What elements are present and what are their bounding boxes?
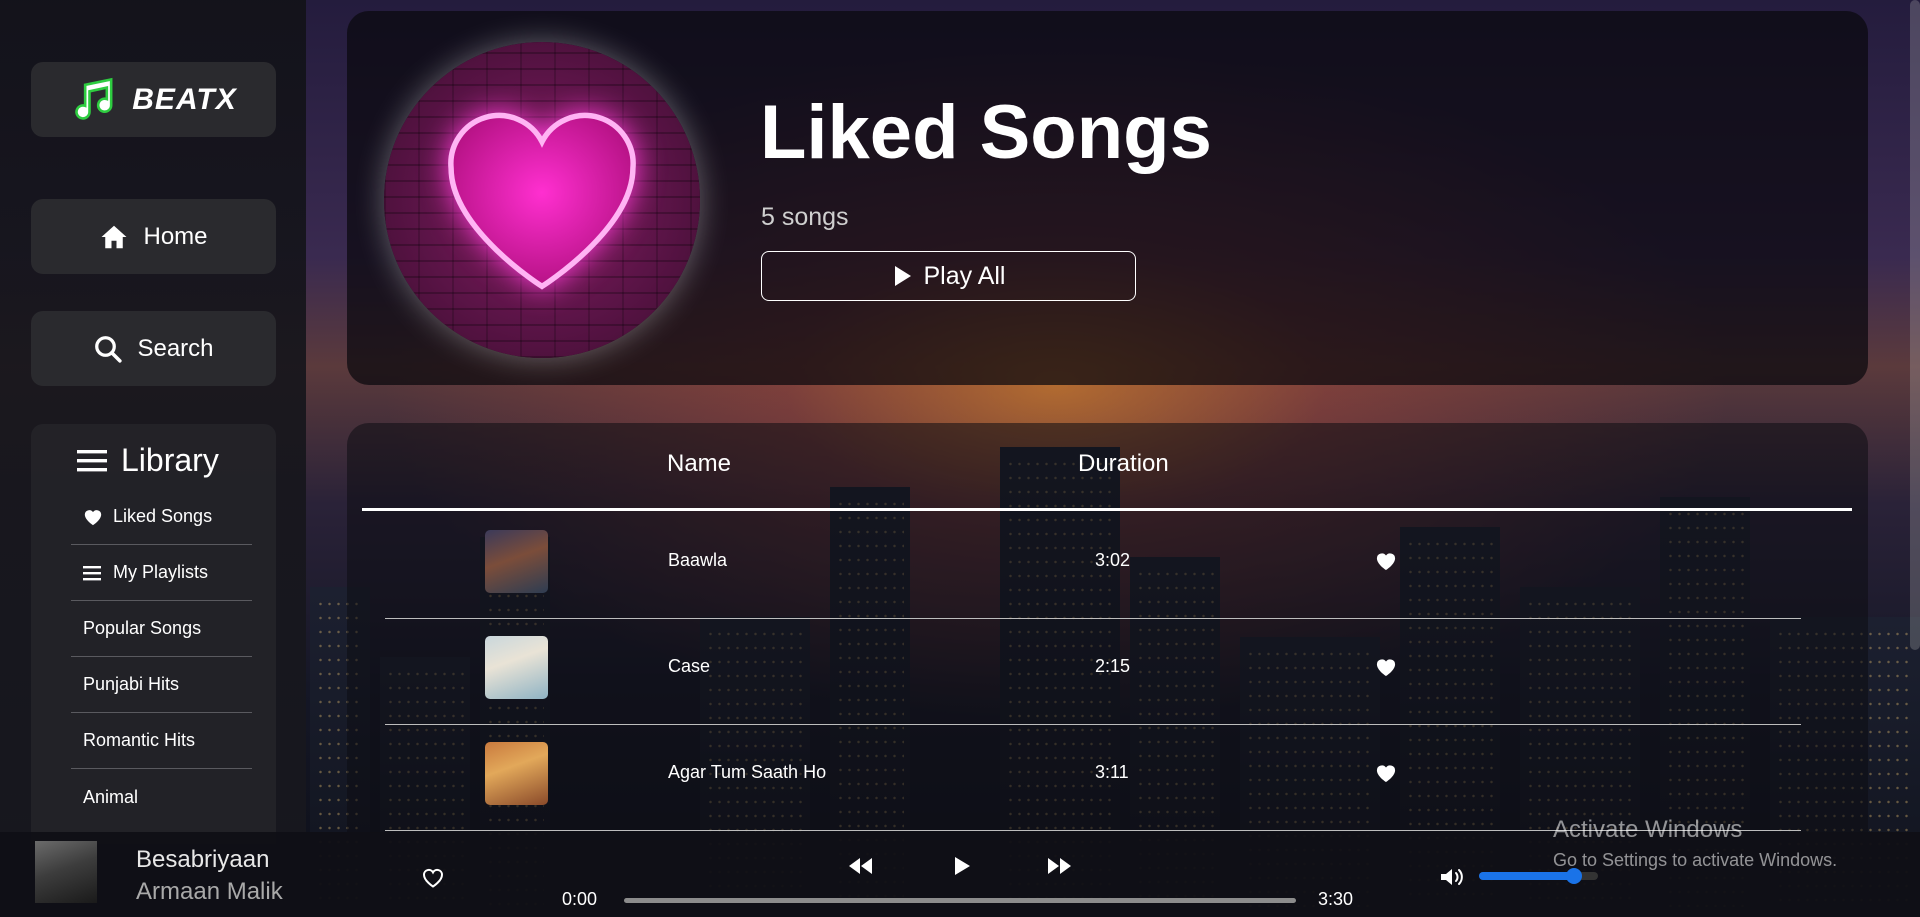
current-time: 0:00	[562, 889, 598, 909]
heart-icon[interactable]	[1375, 551, 1397, 571]
library-item-popular-songs[interactable]: Popular Songs	[71, 601, 252, 657]
heart-icon[interactable]	[1375, 657, 1397, 677]
watermark-title: Activate Windows	[1553, 816, 1743, 843]
volume-icon[interactable]	[1438, 865, 1466, 889]
vertical-scrollbar[interactable]	[1910, 0, 1920, 650]
songs-table: Name Duration Baawla 3:02 Case 2:15 Agar…	[347, 423, 1868, 833]
neon-heart-icon	[448, 112, 636, 290]
play-all-button[interactable]: Play All	[761, 251, 1136, 301]
library-item-label: Liked Songs	[113, 506, 213, 526]
song-name: Case	[668, 656, 711, 676]
page-title: Liked Songs	[760, 90, 1212, 175]
heart-icon	[84, 509, 102, 525]
now-playing-artist: Armaan Malik	[136, 878, 283, 905]
heart-outline-icon[interactable]	[421, 867, 445, 889]
activate-windows-watermark: Activate Windows Go to Settings to activ…	[1553, 816, 1837, 871]
music-note-icon	[75, 77, 113, 120]
library-item-label: Animal	[83, 786, 139, 807]
library-item-liked-songs[interactable]: Liked Songs	[71, 489, 252, 545]
library-item-label: Romantic Hits	[83, 730, 196, 750]
header-divider	[362, 508, 1852, 511]
now-playing-thumbnail	[35, 841, 97, 903]
library-title: Library	[121, 442, 219, 478]
library-item-label: Popular Songs	[83, 618, 202, 638]
brand-name: BEATX	[132, 82, 237, 116]
nav-search-label: Search	[137, 334, 214, 362]
search-icon	[95, 335, 123, 363]
library-item-animal[interactable]: Animal	[71, 769, 252, 825]
now-playing-title: Besabriyaan	[136, 846, 270, 873]
library-item-romantic-hits[interactable]: Romantic Hits	[71, 713, 252, 769]
song-thumbnail	[485, 742, 548, 805]
song-name: Baawla	[668, 550, 728, 570]
table-row[interactable]: Case 2:15	[385, 619, 1801, 725]
list-icon	[83, 565, 101, 580]
play-all-label: Play All	[923, 261, 1006, 290]
brand-logo[interactable]: BEATX	[31, 62, 276, 137]
song-duration: 3:02	[1095, 550, 1131, 570]
nav-home-button[interactable]: Home	[31, 199, 276, 274]
song-count: 5 songs	[761, 203, 849, 231]
rewind-icon[interactable]	[846, 854, 874, 878]
column-header-name: Name	[667, 450, 732, 477]
nav-search-button[interactable]: Search	[31, 311, 276, 386]
library-panel: Library Liked Songs My Playlists Popular…	[31, 424, 276, 844]
sidebar: BEATX Home Search Library Liked Songs My…	[0, 0, 306, 844]
volume-slider-fill	[1479, 872, 1575, 880]
watermark-subtitle: Go to Settings to activate Windows.	[1553, 850, 1838, 870]
playlist-header: Liked Songs 5 songs Play All	[347, 11, 1868, 385]
menu-icon	[77, 449, 107, 471]
play-icon	[894, 266, 911, 286]
library-item-my-playlists[interactable]: My Playlists	[71, 545, 252, 601]
song-duration: 2:15	[1095, 656, 1131, 676]
library-item-label: My Playlists	[113, 562, 209, 582]
play-icon[interactable]	[947, 854, 975, 878]
library-header[interactable]: Library	[31, 424, 276, 479]
column-header-duration: Duration	[1078, 450, 1169, 477]
fast-forward-icon[interactable]	[1046, 854, 1074, 878]
playlist-cover	[384, 42, 700, 358]
seek-bar[interactable]	[624, 898, 1296, 903]
song-duration: 3:11	[1095, 762, 1129, 782]
volume-slider[interactable]	[1479, 868, 1598, 884]
song-thumbnail	[485, 530, 548, 593]
library-item-label: Punjabi Hits	[83, 674, 180, 694]
table-row[interactable]: Baawla 3:02	[385, 513, 1801, 619]
total-time: 3:30	[1318, 889, 1354, 909]
nav-home-label: Home	[143, 222, 208, 250]
library-item-punjabi-hits[interactable]: Punjabi Hits	[71, 657, 252, 713]
library-list: Liked Songs My Playlists Popular Songs P…	[71, 489, 252, 825]
home-icon	[101, 225, 127, 248]
song-name: Agar Tum Saath Ho	[668, 762, 827, 782]
heart-icon[interactable]	[1375, 763, 1397, 783]
song-thumbnail	[485, 636, 548, 699]
